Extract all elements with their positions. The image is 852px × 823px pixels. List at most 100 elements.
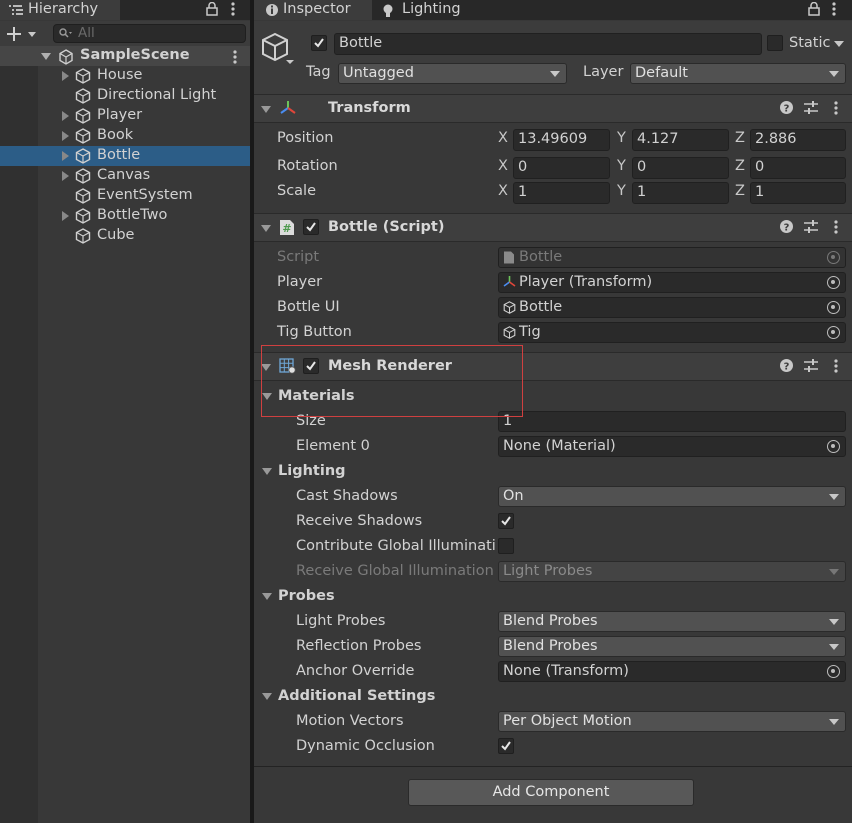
object-picker-icon[interactable]: [827, 301, 840, 314]
scene-row[interactable]: SampleScene: [0, 46, 250, 66]
search-field[interactable]: All: [53, 24, 246, 43]
object-reference-field[interactable]: Player (Transform): [498, 272, 846, 293]
additional-fold-arrow[interactable]: [262, 693, 272, 700]
cast-shadows-value: On: [503, 488, 524, 504]
element0-field[interactable]: None (Material): [498, 436, 846, 457]
script-field-label: Tig Button: [277, 324, 352, 340]
object-picker-icon[interactable]: [827, 251, 840, 264]
hierarchy-item[interactable]: Canvas: [0, 166, 250, 186]
inspector-lock-icon[interactable]: [808, 2, 820, 16]
mesh-renderer-presets-icon[interactable]: [804, 359, 818, 372]
expand-arrow-icon[interactable]: [62, 171, 69, 181]
motion-vectors-dropdown[interactable]: Per Object Motion: [498, 711, 846, 732]
probes-title[interactable]: Probes: [278, 588, 335, 604]
help-icon[interactable]: ?: [780, 101, 793, 114]
layer-dropdown[interactable]: Default: [630, 63, 846, 84]
dynamic-occlusion-checkbox[interactable]: [498, 738, 514, 754]
contribute-gi-label: Contribute Global Illuminatic: [296, 538, 496, 554]
search-placeholder: All: [78, 25, 95, 41]
transform-x-field[interactable]: 1: [513, 182, 610, 204]
anchor-override-value: None (Transform): [503, 663, 629, 679]
anchor-override-field[interactable]: None (Transform): [498, 661, 846, 682]
hierarchy-item[interactable]: EventSystem: [0, 186, 250, 206]
script-fold-arrow[interactable]: [261, 225, 271, 232]
script-enabled-checkbox[interactable]: [303, 219, 319, 235]
transform-y-field[interactable]: 4.127: [632, 129, 729, 151]
additional-title[interactable]: Additional Settings: [278, 688, 435, 704]
cast-shadows-dropdown[interactable]: On: [498, 486, 846, 507]
transform-z-field[interactable]: 2.886: [750, 129, 846, 151]
highlight-box: [261, 345, 523, 417]
lock-icon[interactable]: [206, 2, 218, 16]
active-checkbox[interactable]: [311, 35, 327, 51]
hierarchy-item[interactable]: Player: [0, 106, 250, 126]
script-presets-icon[interactable]: [804, 220, 818, 233]
transform-x-field[interactable]: 13.49609: [513, 129, 610, 151]
object-picker-icon[interactable]: [827, 276, 840, 289]
anchor-picker-icon[interactable]: [827, 665, 840, 678]
script-field-label: Player: [277, 274, 323, 290]
add-component-button[interactable]: Add Component: [408, 779, 694, 806]
transform-y-field[interactable]: 1: [632, 182, 729, 204]
kebab-menu-icon[interactable]: [231, 2, 235, 16]
object-reference-field[interactable]: Bottle: [498, 297, 846, 318]
gameobject-icon: [75, 108, 91, 124]
inspector-kebab-icon[interactable]: [832, 2, 836, 16]
tab-inspector[interactable]: Inspector: [254, 0, 372, 20]
expand-arrow-icon[interactable]: [62, 111, 69, 121]
tag-value: Untagged: [343, 65, 414, 81]
gameobject-icon: [75, 228, 91, 244]
contribute-gi-checkbox[interactable]: [498, 538, 514, 554]
mesh-renderer-menu-icon[interactable]: [834, 359, 838, 373]
expand-arrow-icon[interactable]: [62, 71, 69, 81]
probes-fold-arrow[interactable]: [262, 593, 272, 600]
static-dropdown-arrow[interactable]: [834, 41, 844, 47]
lighting-fold-arrow[interactable]: [262, 468, 272, 475]
gameobject-icon[interactable]: [261, 32, 297, 66]
axis-x-label: X: [498, 183, 508, 199]
materials-size-field[interactable]: 1: [498, 411, 846, 432]
scene-menu-icon[interactable]: [233, 50, 237, 64]
transform-fold-arrow[interactable]: [261, 106, 271, 113]
presets-icon[interactable]: [804, 101, 818, 114]
component-menu-icon[interactable]: [834, 101, 838, 115]
object-reference-value: Tig: [519, 324, 541, 340]
script-menu-icon[interactable]: [834, 220, 838, 234]
reflection-probes-dropdown[interactable]: Blend Probes: [498, 636, 846, 657]
tab-lighting[interactable]: Lighting: [372, 0, 482, 20]
panel-splitter[interactable]: [250, 0, 254, 823]
expand-arrow-icon[interactable]: [62, 211, 69, 221]
object-picker-icon[interactable]: [827, 440, 840, 453]
expand-arrow-icon[interactable]: [62, 151, 69, 161]
hierarchy-item-label: Bottle: [97, 147, 141, 163]
hierarchy-item-label: Directional Light: [97, 87, 217, 103]
info-icon: [265, 3, 279, 17]
transform-x-field[interactable]: 0: [513, 157, 610, 179]
hierarchy-item[interactable]: Book: [0, 126, 250, 146]
object-reference-field[interactable]: Tig: [498, 322, 846, 343]
csharp-script-icon: #: [279, 219, 295, 236]
mesh-renderer-help-icon[interactable]: ?: [780, 359, 793, 372]
transform-z-field[interactable]: 1: [750, 182, 846, 204]
hierarchy-item[interactable]: House: [0, 66, 250, 86]
layer-label: Layer: [583, 64, 624, 80]
hierarchy-item[interactable]: Cube: [0, 226, 250, 246]
expand-arrow-icon[interactable]: [62, 131, 69, 141]
receive-shadows-checkbox[interactable]: [498, 513, 514, 529]
tag-dropdown[interactable]: Untagged: [338, 63, 567, 84]
object-picker-icon[interactable]: [827, 326, 840, 339]
reflection-probes-value: Blend Probes: [503, 638, 598, 654]
object-name-field[interactable]: Bottle: [334, 33, 762, 55]
light-probes-dropdown[interactable]: Blend Probes: [498, 611, 846, 632]
hierarchy-item[interactable]: BottleTwo: [0, 206, 250, 226]
transform-y-field[interactable]: 0: [632, 157, 729, 179]
hierarchy-item[interactable]: Directional Light: [0, 86, 250, 106]
tab-hierarchy[interactable]: Hierarchy: [0, 0, 120, 20]
lighting-title[interactable]: Lighting: [278, 463, 346, 479]
cast-shadows-label: Cast Shadows: [296, 488, 398, 504]
add-object-button[interactable]: [6, 26, 40, 42]
script-help-icon[interactable]: ?: [780, 220, 793, 233]
hierarchy-item[interactable]: Bottle: [0, 146, 250, 166]
transform-z-field[interactable]: 0: [750, 157, 846, 179]
static-checkbox[interactable]: [767, 35, 783, 51]
